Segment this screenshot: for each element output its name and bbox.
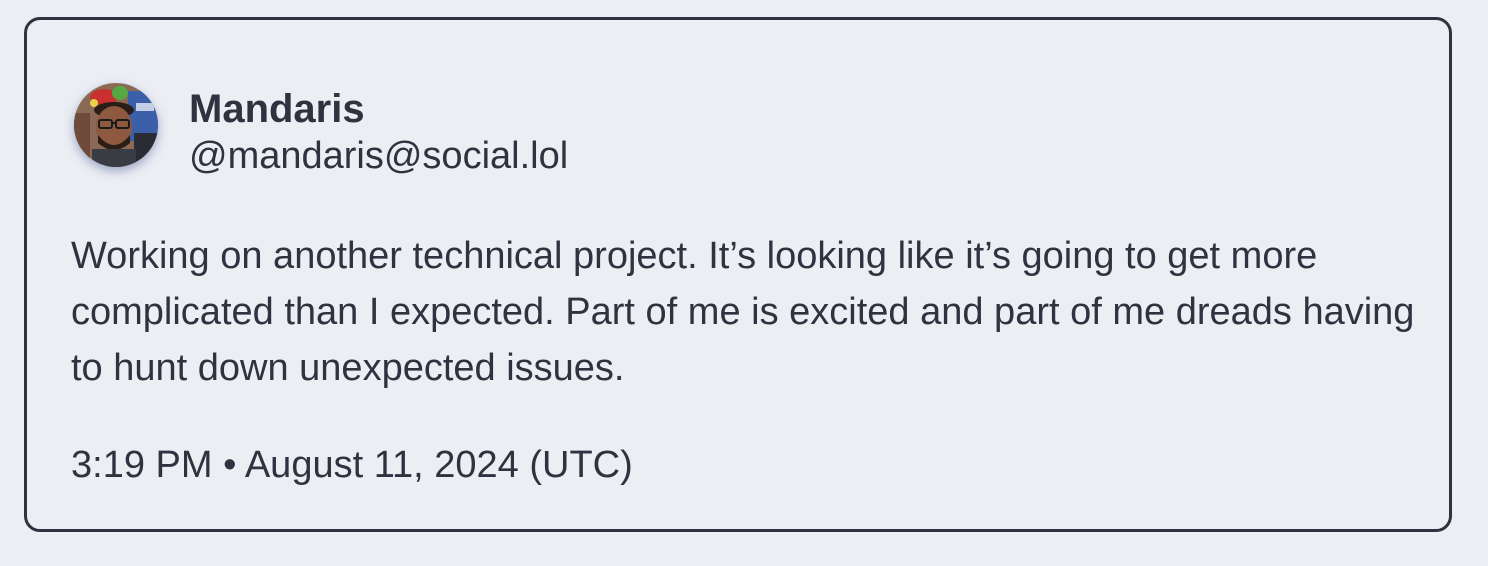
post-timestamp[interactable]: 3:19 PM • August 11, 2024 (UTC) <box>71 444 633 487</box>
author-handle[interactable]: @mandaris@social.lol <box>189 135 568 178</box>
avatar-image <box>74 83 158 167</box>
author-display-name[interactable]: Mandaris <box>189 87 365 132</box>
post-card: Mandaris @mandaris@social.lol Working on… <box>24 17 1452 532</box>
avatar[interactable] <box>74 83 158 167</box>
post-content: Working on another technical project. It… <box>71 235 1415 389</box>
